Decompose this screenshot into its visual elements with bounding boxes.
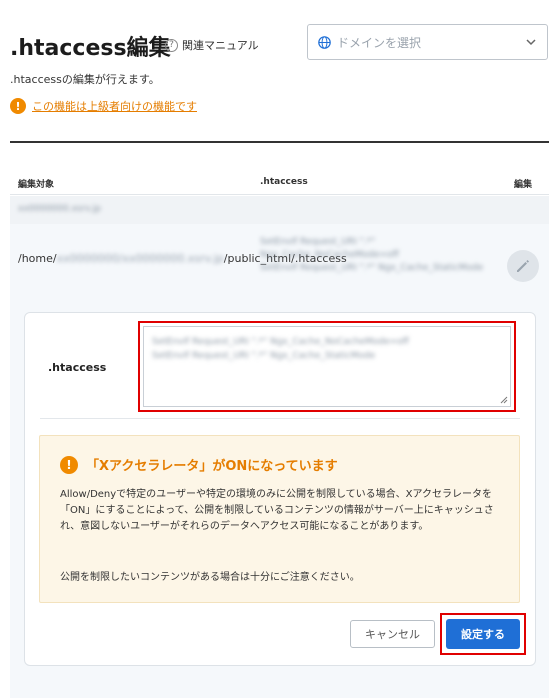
exclamation-icon: !: [60, 455, 78, 474]
resize-handle-icon[interactable]: [500, 396, 508, 404]
htaccess-preview-line: SetEnvIf Request_URI ".*" Ngx_Cache_Stat…: [260, 263, 484, 273]
htaccess-field-label: .htaccess: [48, 361, 107, 374]
column-header-edit: 編集: [514, 180, 533, 190]
domain-group-row: xx0000000.xsrv.jp: [10, 196, 549, 224]
pencil-icon: [517, 260, 529, 272]
notice-title: 「Xアクセラレータ」がONになっています: [86, 459, 338, 474]
notice-body: Allow/Denyで特定のユーザーや特定の環境のみに公開を制限している場合、X…: [60, 489, 494, 532]
card-divider: [40, 418, 520, 419]
textarea-line: SetEnvIf Request_URI ".*" Ngx_Cache_Stat…: [152, 351, 376, 361]
edit-button[interactable]: [507, 250, 539, 282]
table-row: /home/xx0000000/xx0000000.xsrv.jp/public…: [10, 224, 549, 316]
page-description: .htaccessの編集が行えます。: [10, 73, 160, 86]
textarea-line: SetEnvIf Request_URI ".*" Ngx_Cache_NoCa…: [152, 337, 409, 347]
section-divider: [10, 141, 549, 143]
htaccess-textarea[interactable]: SetEnvIf Request_URI ".*" Ngx_Cache_NoCa…: [143, 326, 511, 407]
page-title: .htaccess編集: [10, 36, 171, 61]
exclamation-icon: !: [10, 98, 26, 114]
question-icon: ?: [165, 38, 178, 52]
htaccess-preview-line: SetEnvIf Request_URI ".*" Ngx_Cache_NoCa…: [260, 237, 399, 260]
chevron-down-icon: [526, 39, 536, 46]
globe-icon: [318, 35, 331, 49]
advanced-feature-link[interactable]: この機能は上級者向けの機能です: [32, 98, 197, 114]
manual-link-label: 関連マニュアル: [182, 39, 259, 52]
domain-select-placeholder: ドメインを選択: [337, 35, 422, 50]
file-path-hidden: xx0000000/xx0000000.xsrv.jp: [56, 252, 224, 265]
advanced-warning: ! この機能は上級者向けの機能です: [10, 98, 197, 114]
submit-button[interactable]: 設定する: [446, 619, 520, 649]
domain-select[interactable]: ドメインを選択: [307, 24, 548, 60]
cancel-button[interactable]: キャンセル: [350, 620, 435, 648]
table-header-line: [10, 194, 549, 195]
accelerator-notice: ! 「Xアクセラレータ」がONになっています Allow/Denyで特定のユーザ…: [39, 435, 520, 603]
file-path: /home/xx0000000/xx0000000.xsrv.jp/public…: [18, 250, 347, 268]
htaccess-preview: SetEnvIf Request_URI ".*" Ngx_Cache_NoCa…: [260, 236, 490, 275]
notice-caution: 公開を制限したいコンテンツがある場合は十分にご注意ください。: [60, 572, 360, 583]
domain-name: xx0000000.xsrv.jp: [18, 204, 102, 214]
column-header-htaccess: .htaccess: [260, 177, 308, 187]
file-path-prefix: /home/: [18, 252, 57, 265]
notice-header: ! 「Xアクセラレータ」がONになっています: [60, 455, 338, 474]
column-header-target: 編集対象: [18, 180, 55, 190]
manual-link[interactable]: ? 関連マニュアル: [165, 37, 259, 53]
